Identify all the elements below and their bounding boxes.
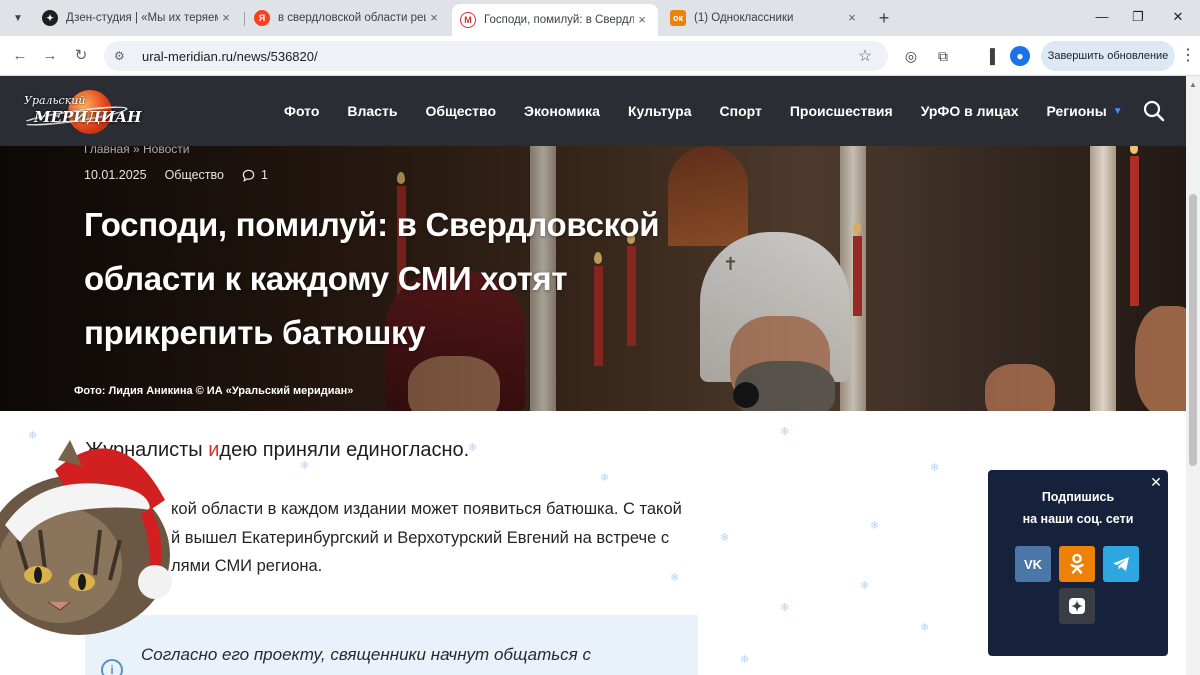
lead-strike: и xyxy=(208,439,220,461)
popup-title-line2: на наши соц. сети xyxy=(1022,512,1134,526)
browser-tab-ok[interactable]: ок (1) Одноклассники × xyxy=(662,4,868,32)
browser-tab-meridian[interactable]: М Господи, помилуй: в Свердлов × xyxy=(452,4,658,36)
snowflake-icon: ❄ xyxy=(468,442,478,454)
extension-globe-icon[interactable]: ◎ xyxy=(901,46,921,66)
hero-image: ✝ Главная » Новости 10.01.2025 Общество … xyxy=(0,146,1186,411)
forward-button[interactable]: → xyxy=(39,45,61,67)
minimize-button[interactable]: — xyxy=(1088,6,1116,28)
browser-tab-dzen[interactable]: ✦ Дзен-студия | «Мы их теряем» × xyxy=(34,4,242,32)
logo-line2: МЕРИДИАН xyxy=(34,108,142,126)
comments-link[interactable]: 1 xyxy=(242,168,268,182)
vk-icon: VK xyxy=(1023,556,1043,572)
close-tab-icon[interactable]: × xyxy=(218,10,234,26)
photo-caption: Фото: Лидия Аникина © ИА «Уральский мери… xyxy=(74,385,354,397)
scrollbar-thumb[interactable] xyxy=(1189,194,1197,466)
main-nav: Фото Власть Общество Экономика Культура … xyxy=(284,76,1151,146)
bookmark-star-icon[interactable]: ☆ xyxy=(854,46,876,66)
close-tab-icon[interactable]: × xyxy=(844,10,860,26)
profile-avatar-icon[interactable]: ● xyxy=(1010,46,1030,66)
close-window-button[interactable]: ✕ xyxy=(1164,6,1192,28)
social-subscribe-popup: ✕ Подпишись на наши соц. сети VK xyxy=(988,470,1168,656)
site-logo[interactable]: Уральский МЕРИДИАН xyxy=(20,90,141,134)
site-info-icon[interactable]: ⚙ xyxy=(114,49,134,63)
chevron-down-icon: ▼ xyxy=(1112,105,1123,117)
tab-divider xyxy=(244,12,245,26)
snowflake-icon: ❄ xyxy=(740,654,750,666)
nav-item-urfo-people[interactable]: УрФО в лицах xyxy=(921,103,1019,119)
ok-icon: ок xyxy=(670,10,686,26)
page-scrollbar[interactable]: ▲ xyxy=(1186,76,1200,675)
browser-tab-yandex[interactable]: Я в свердловской области реши × xyxy=(246,4,450,32)
lead-suffix: дею приняли единогласно. xyxy=(219,439,470,461)
ok-button[interactable] xyxy=(1059,546,1095,582)
finish-update-button[interactable]: Завершить обновление xyxy=(1041,41,1175,71)
snowflake-icon: ❄ xyxy=(720,532,730,544)
scroll-up-arrow-icon[interactable]: ▲ xyxy=(1189,80,1197,89)
nav-item-culture[interactable]: Культура xyxy=(628,103,692,119)
snowflake-icon: ❄ xyxy=(860,580,870,592)
nav-item-society[interactable]: Общество xyxy=(425,103,496,119)
close-icon[interactable]: ✕ xyxy=(1148,474,1164,490)
logo-line1: Уральский xyxy=(24,94,86,107)
nav-item-incidents[interactable]: Происшествия xyxy=(790,103,893,119)
snowflake-icon: ❄ xyxy=(600,472,610,484)
article-date: 10.01.2025 xyxy=(84,168,147,182)
snowflake-icon: ❄ xyxy=(870,520,880,532)
nav-item-regions-label: Регионы xyxy=(1046,103,1107,119)
snowflake-icon: ❄ xyxy=(780,426,790,438)
snowflake-icon: ❄ xyxy=(930,462,940,474)
tab-title: Господи, помилуй: в Свердлов xyxy=(484,14,634,26)
nav-item-economy[interactable]: Экономика xyxy=(524,103,600,119)
telegram-plane-icon xyxy=(1113,557,1129,571)
article-category[interactable]: Общество xyxy=(165,168,224,182)
info-icon: i xyxy=(101,659,123,675)
nav-item-sport[interactable]: Спорт xyxy=(720,103,762,119)
dzen-button[interactable] xyxy=(1059,588,1095,624)
back-button[interactable]: ← xyxy=(9,45,31,67)
yandex-icon: Я xyxy=(254,10,270,26)
tab-title: (1) Одноклассники xyxy=(694,12,794,24)
vk-button[interactable]: VK xyxy=(1015,546,1051,582)
santa-cat-decoration xyxy=(0,440,172,635)
extensions-puzzle-icon[interactable]: ⧉ xyxy=(933,46,953,66)
nav-item-power[interactable]: Власть xyxy=(347,103,397,119)
address-bar[interactable]: ⚙ ural-meridian.ru/news/536820/ ☆ xyxy=(104,41,888,71)
site-header: Уральский МЕРИДИАН Фото Власть Общество … xyxy=(0,76,1200,146)
browser-tabstrip: ▼ ✦ Дзен-студия | «Мы их теряем» × Я в с… xyxy=(0,0,1200,36)
browser-menu-icon[interactable]: ⋮ xyxy=(1180,46,1196,66)
restore-button[interactable]: ❐ xyxy=(1124,6,1152,28)
odnoklassniki-icon xyxy=(1070,553,1084,574)
close-tab-icon[interactable]: × xyxy=(634,12,650,28)
telegram-button[interactable] xyxy=(1103,546,1139,582)
article-meta: 10.01.2025 Общество 1 xyxy=(84,168,268,182)
tab-title: Дзен-студия | «Мы их теряем» xyxy=(66,12,218,24)
tab-search-dropdown-icon[interactable]: ▼ xyxy=(8,8,28,28)
callout-text: Согласно его проекту, священники начнут … xyxy=(141,645,591,664)
breadcrumb[interactable]: Главная » Новости xyxy=(84,146,189,156)
snowflake-icon: ❄ xyxy=(780,602,790,614)
snowflake-icon: ❄ xyxy=(920,622,930,634)
close-tab-icon[interactable]: × xyxy=(426,10,442,26)
comment-bubble-icon xyxy=(242,169,255,182)
new-tab-button[interactable]: + xyxy=(874,8,894,28)
reload-button[interactable]: ↻ xyxy=(70,45,92,67)
tab-title: в свердловской области реши xyxy=(278,12,426,24)
search-icon[interactable] xyxy=(1143,100,1165,122)
comment-count: 1 xyxy=(260,168,268,182)
url-text: ural-meridian.ru/news/536820/ xyxy=(142,48,318,64)
dzen-icon xyxy=(1069,598,1085,614)
side-panel-icon[interactable]: ▐ xyxy=(980,46,1000,66)
nav-item-regions[interactable]: Регионы ▼ xyxy=(1047,103,1123,119)
browser-toolbar: ← → ↻ ⚙ ural-meridian.ru/news/536820/ ☆ … xyxy=(0,36,1200,76)
meridian-icon: М xyxy=(460,12,476,28)
article-title: Господи, помилуй: в Свердловской области… xyxy=(84,206,660,351)
dzen-icon: ✦ xyxy=(42,10,58,26)
nav-item-photo[interactable]: Фото xyxy=(284,103,319,119)
popup-title-line1: Подпишись xyxy=(1041,490,1115,504)
